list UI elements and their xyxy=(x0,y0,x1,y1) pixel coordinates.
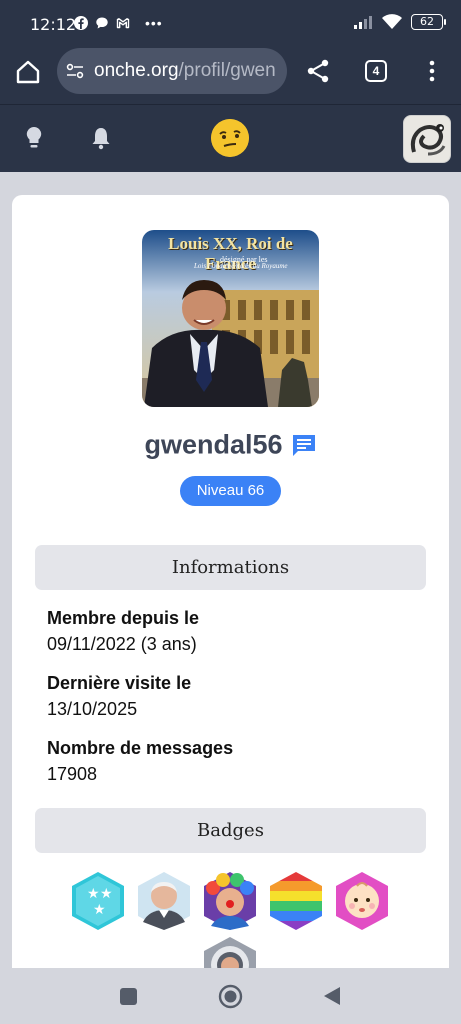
navigation-bar xyxy=(0,968,461,1024)
more-dots-icon: ••• xyxy=(145,15,163,31)
tab-count-button[interactable]: 4 xyxy=(365,60,387,82)
url-bar[interactable]: onche.org/profil/gwen xyxy=(57,48,287,94)
profile-card: Louis XX, Roi de France désigné par les … xyxy=(12,195,449,995)
rainbow-badge[interactable] xyxy=(267,870,325,932)
smiley-logo-icon[interactable] xyxy=(211,119,249,157)
site-settings-icon[interactable] xyxy=(65,61,85,81)
member-since-label: Membre depuis le xyxy=(47,608,200,628)
message-count-value: 17908 xyxy=(47,764,98,784)
url-path: /profil/gwen xyxy=(178,60,276,81)
user-avatar[interactable] xyxy=(403,115,451,163)
home-button-icon[interactable] xyxy=(218,984,243,1009)
back-button-icon[interactable] xyxy=(322,985,342,1007)
share-icon[interactable] xyxy=(305,58,331,84)
image-subtitle-2: Lois Fondamentales du Royaume xyxy=(194,262,288,270)
status-bar: 12:12 ••• 62 xyxy=(0,0,461,48)
informations-heading: Informations xyxy=(35,545,426,590)
member-since-value: 09/11/2022 (3 ans) xyxy=(47,634,197,654)
profile-picture: Louis XX, Roi de France désigné par les … xyxy=(142,230,319,407)
username: gwendal56 xyxy=(144,429,283,460)
svg-text:★: ★ xyxy=(93,902,106,918)
stars-badge[interactable]: ★ ★ ★ xyxy=(69,870,127,932)
status-time: 12:12 xyxy=(30,15,77,34)
username-row: gwendal56 xyxy=(12,428,449,460)
url-host: onche.org xyxy=(94,60,179,81)
recent-apps-button[interactable] xyxy=(120,988,137,1005)
battery-level: 62 xyxy=(420,15,434,28)
site-header xyxy=(0,104,461,172)
old-man-badge[interactable] xyxy=(135,870,193,932)
clown-badge[interactable] xyxy=(201,870,259,932)
baby-badge[interactable] xyxy=(333,870,391,932)
svg-text:★: ★ xyxy=(100,886,113,902)
tab-count: 4 xyxy=(372,64,380,78)
last-visit-value: 13/10/2025 xyxy=(47,699,138,719)
bell-icon[interactable] xyxy=(89,125,113,151)
message-icon[interactable] xyxy=(291,433,317,457)
menu-dots-icon[interactable] xyxy=(424,58,440,84)
level-badge: Niveau 66 xyxy=(180,476,281,506)
message-count-label: Nombre de messages xyxy=(47,738,234,758)
signal-icon xyxy=(354,16,372,29)
badges-heading: Badges xyxy=(35,808,426,853)
gmail-icon xyxy=(116,18,130,29)
url-text: onche.org/profil/gwen xyxy=(94,60,276,82)
home-icon[interactable] xyxy=(14,58,42,86)
facebook-icon xyxy=(74,16,88,30)
last-visit-label: Dernière visite le xyxy=(47,673,192,693)
bulb-icon[interactable] xyxy=(22,125,46,151)
chat-bubble-icon xyxy=(96,17,108,29)
wifi-icon xyxy=(382,14,402,29)
svg-text:★: ★ xyxy=(87,886,100,902)
browser-toolbar: onche.org/profil/gwen 4 xyxy=(0,48,461,104)
battery-icon: 62 xyxy=(411,14,446,30)
